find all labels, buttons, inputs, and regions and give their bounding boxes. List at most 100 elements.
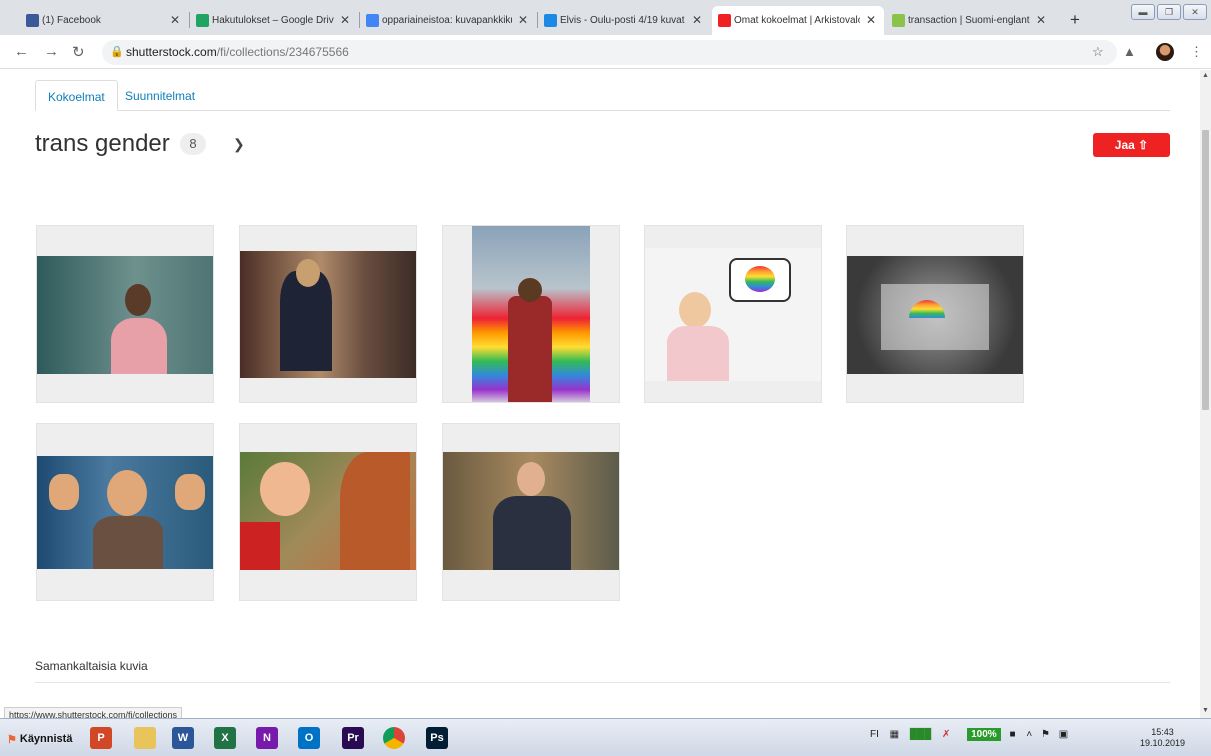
reload-icon[interactable]: ↻ [72,43,85,61]
close-tab-icon[interactable]: ✕ [340,13,350,27]
profile-avatar[interactable] [1156,43,1174,61]
photo-rainbow-window [847,256,1023,374]
close-tab-icon[interactable]: ✕ [170,13,180,27]
browser-toolbar: ← → ↻ 🔒 shutterstock.com/fi/collections/… [0,35,1211,69]
minimize-button[interactable]: ▬ [1131,4,1155,20]
window-controls: ▬ ❐ ✕ [1131,4,1207,20]
scroll-up-icon[interactable]: ▲ [1202,72,1209,79]
facebook-icon [26,14,39,27]
bookmark-star-icon[interactable]: ☆ [1092,44,1104,60]
photo-laughing-child [37,456,213,569]
clock-time: 15:43 [1151,727,1174,737]
browser-tab-title: oppariaineistoa: kuvapankkiku [382,15,512,26]
shutterstock-icon [718,14,731,27]
close-tab-icon[interactable]: ✕ [518,13,528,27]
forward-arrow-icon[interactable]: → [44,43,59,60]
photo-boy-heart-bubble [645,248,821,381]
browser-tab[interactable]: Omat kokoelmat | Arkistovalo ✕ [712,6,884,35]
start-button[interactable]: ⚑ Käynnistä [2,729,77,749]
menu-dots-icon[interactable]: ⋮ [1190,44,1203,60]
scrollbar[interactable]: ▲ ▼ [1200,70,1211,718]
v-logo-icon [544,14,557,27]
close-tab-icon[interactable]: ✕ [1036,13,1046,27]
clock-date: 19.10.2019 [1140,738,1186,748]
url-host: shutterstock.com [126,45,217,59]
browser-tab-title: Elvis - Oulu-posti 4/19 kuvat [560,15,685,26]
browser-tab-strip: (1) Facebook ✕ Hakutulokset – Google Drive… [0,0,1211,35]
powerpoint-icon[interactable]: P [90,727,112,749]
restore-button[interactable]: ❐ [1157,4,1181,20]
language-indicator[interactable]: FI [870,729,879,740]
google-docs-icon [366,14,379,27]
start-label: Käynnistä [19,733,73,745]
image-thumbnail[interactable] [36,225,214,403]
close-tab-icon[interactable]: ✕ [866,13,876,27]
new-tab-button[interactable]: + [1070,10,1080,30]
url-text[interactable]: shutterstock.com/fi/collections/23467556… [126,45,349,59]
browser-tab-title: Hakutulokset – Google Drive [212,15,334,26]
browser-tab-title: (1) Facebook [42,15,101,26]
lock-icon: 🔒 [110,46,124,58]
system-tray: FI ▦ ███ ✗ 100% ■ ˄ ⚑ ▣ [870,728,1068,741]
address-bar[interactable]: 🔒 shutterstock.com/fi/collections/234675… [102,40,1117,65]
share-button[interactable]: Jaa ⇧ [1093,133,1170,157]
image-thumbnail[interactable] [239,225,417,403]
taskbar: ⚑ Käynnistä P W X N O Pr Ps FI ▦ ███ ✗ 100% ■ … [0,718,1211,756]
windows-logo-icon: ⚑ [7,733,17,746]
count-badge: 8 [180,133,206,155]
close-tab-icon[interactable]: ✕ [692,13,702,27]
photo-portrait-woman [37,256,213,374]
chrome-icon[interactable] [383,727,405,749]
scroll-down-icon[interactable]: ▼ [1202,707,1209,714]
word-icon[interactable]: W [172,727,194,749]
image-thumbnail[interactable] [442,225,620,403]
battery-indicator[interactable]: 100% [967,728,1001,741]
collection-tabs: Kokoelmat Suunnitelmat [35,80,1170,111]
share-icon: ⇧ [1138,138,1149,152]
browser-tab-title: transaction | Suomi-englanti s [908,15,1030,26]
dictionary-icon [892,14,905,27]
browser-tab[interactable]: Hakutulokset – Google Drive ✕ [190,6,358,35]
page-title: trans gender [35,130,170,157]
close-window-button[interactable]: ✕ [1183,4,1207,20]
monitor-icon[interactable]: ▣ [1059,729,1068,740]
browser-tab[interactable]: (1) Facebook ✕ [20,6,188,35]
image-thumbnail[interactable] [36,423,214,601]
battery-level: 100% [971,729,997,740]
image-thumbnail[interactable] [442,423,620,601]
url-path: /fi/collections/234675566 [216,45,349,59]
image-thumbnail[interactable] [846,225,1024,403]
photoshop-icon[interactable]: Ps [426,727,448,749]
show-hidden-icon[interactable]: ˄ [1026,729,1032,740]
status-bar-url: https://www.shutterstock.com/fi/collecti… [4,707,183,718]
chevron-down-icon[interactable]: ❯ [233,136,245,153]
browser-tab-title: Omat kokoelmat | Arkistovalo [734,15,860,26]
signal-icon[interactable]: ███ [910,729,931,740]
photo-children-sand [240,452,416,570]
extension-icon[interactable]: ▲ [1123,44,1136,59]
photo-rainbow-crosswalk [472,226,590,402]
scroll-thumb[interactable] [1202,130,1209,410]
tab-suunnitelmat[interactable]: Suunnitelmat [113,80,207,111]
browser-tab[interactable]: Elvis - Oulu-posti 4/19 kuvat ✕ [538,6,710,35]
outlook-icon[interactable]: O [298,727,320,749]
tab-kokoelmat[interactable]: Kokoelmat [35,80,118,111]
onenote-icon[interactable]: N [256,727,278,749]
back-arrow-icon[interactable]: ← [14,43,29,60]
image-thumbnail[interactable] [644,225,822,403]
power-plug-icon[interactable]: ■ [1009,729,1015,740]
premiere-icon[interactable]: Pr [342,727,364,749]
keyboard-icon[interactable]: ▦ [890,729,899,740]
browser-tab[interactable]: transaction | Suomi-englanti s ✕ [886,6,1054,35]
image-thumbnail[interactable] [239,423,417,601]
excel-icon[interactable]: X [214,727,236,749]
photo-woman-mirror [240,251,416,378]
section-divider [35,682,1170,683]
file-explorer-icon[interactable] [134,727,156,749]
browser-tab[interactable]: oppariaineistoa: kuvapankkiku ✕ [360,6,536,35]
system-clock[interactable]: 15:43 19.10.2019 [1140,727,1185,749]
similar-images-heading: Samankaltaisia kuvia [35,659,148,673]
flag-icon[interactable]: ⚑ [1041,729,1050,740]
network-icon[interactable]: ✗ [942,729,950,740]
share-button-label: Jaa [1114,138,1135,152]
